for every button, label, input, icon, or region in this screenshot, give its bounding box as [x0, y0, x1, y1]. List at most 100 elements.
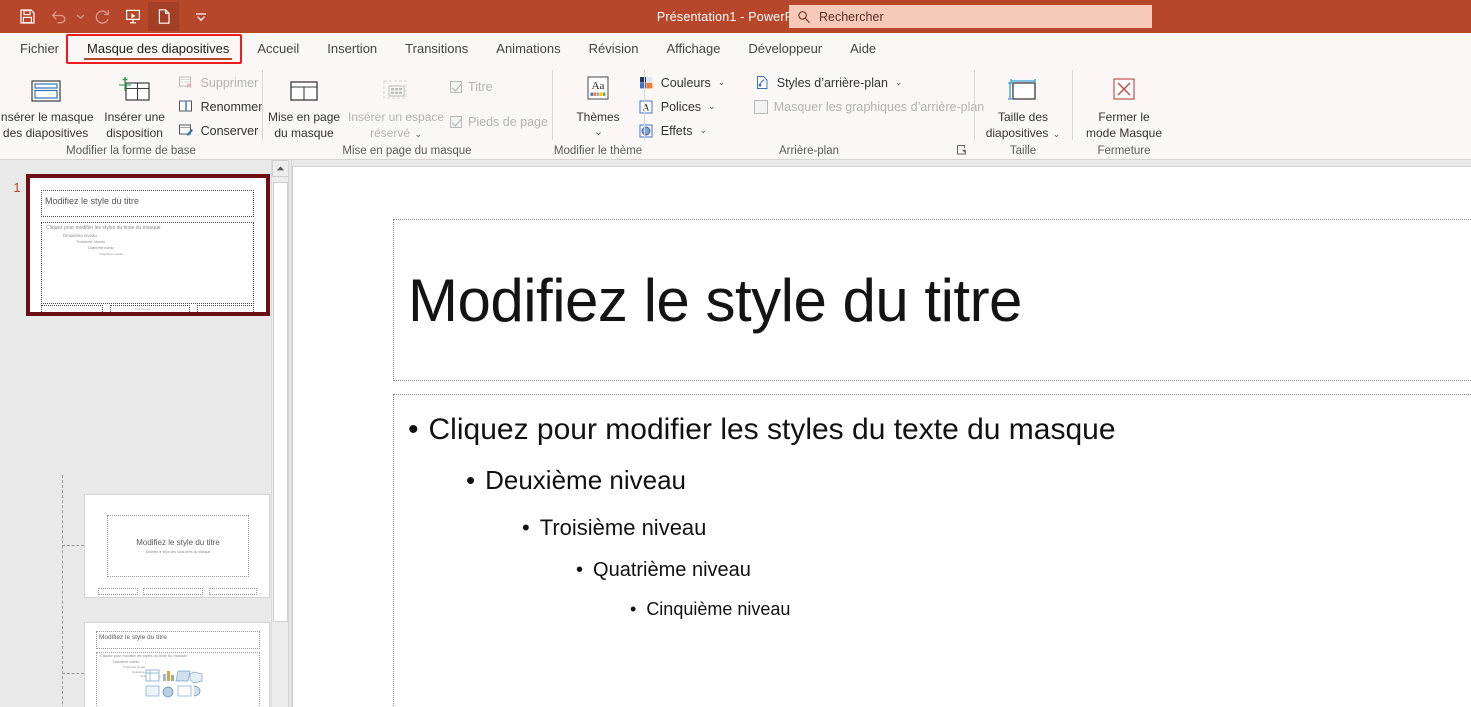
insert-layout-button[interactable]: Insérer une disposition: [96, 66, 174, 141]
tab-insertion[interactable]: Insertion: [313, 33, 391, 64]
close-master-view-button[interactable]: Fermer le mode Masque: [1076, 66, 1172, 141]
body-level-5-text: Cinquième niveau: [646, 599, 791, 619]
insert-placeholder-button[interactable]: Insérer un espace réservé ⌄: [346, 66, 446, 142]
body-level-1-text: Cliquez pour modifier les styles du text…: [428, 413, 1116, 446]
body-placeholder[interactable]: • Cliquez pour modifier les styles du te…: [393, 394, 1471, 707]
delete-layout-button[interactable]: Supprimer: [174, 72, 267, 93]
background-dialog-launcher[interactable]: [956, 144, 968, 156]
thumb-body-line-1: Cliquez pour modifier les styles du text…: [46, 225, 161, 231]
thumb-body-line-4: Quatrième niveau: [88, 246, 115, 250]
slide-editor-pane[interactable]: Modifiez le style du titre • Cliquez pou…: [292, 160, 1471, 707]
rename-button[interactable]: Renommer: [174, 96, 267, 117]
master-layout-icon: [285, 73, 323, 109]
checkbox-icon: [450, 115, 463, 128]
insert-slide-master-icon: [27, 73, 65, 109]
insert-layout-label-2: disposition: [106, 126, 163, 140]
title-placeholder[interactable]: Modifiez le style du titre: [393, 219, 1471, 381]
thumb-title-text: Modifiez le style du titre: [45, 196, 140, 206]
master-layout-button[interactable]: Mise en page du masque: [262, 66, 346, 141]
body-level-2-text: Deuxième niveau: [485, 465, 686, 495]
effects-button[interactable]: Effets ⌄: [634, 120, 742, 141]
slide-size-icon: [1003, 73, 1043, 109]
slide-thumbnail-layout-title[interactable]: Modifiez le style du titre Modifiez le s…: [84, 494, 270, 598]
group-label-modifier-forme-de-base: Modifier la forme de base: [66, 145, 196, 157]
insert-slide-master-button[interactable]: Insérer le masque des diapositives: [0, 66, 96, 141]
body-level-1[interactable]: • Cliquez pour modifier les styles du te…: [394, 405, 1471, 455]
preserve-label: Conserver: [200, 123, 259, 138]
tab-animations[interactable]: Animations: [482, 33, 574, 64]
body-level-5[interactable]: • Cinquième niveau: [394, 590, 1471, 628]
slideshow-icon[interactable]: [117, 2, 148, 31]
thumb2-footer-center: [143, 588, 203, 595]
scroll-up-icon[interactable]: [272, 160, 288, 177]
effects-icon: [638, 122, 655, 139]
customize-qat-icon[interactable]: [185, 2, 216, 31]
tab-accueil[interactable]: Accueil: [243, 33, 313, 64]
slide-thumbnail-master[interactable]: Modifiez le style du titre Cliquez pour …: [26, 174, 270, 316]
bullet-icon: •: [576, 559, 584, 581]
search-input[interactable]: Rechercher: [789, 5, 1152, 28]
thumb-body-line-2: Deuxième niveau: [63, 233, 97, 238]
ribbon-group-mise-en-page-du-masque: Mise en page du masque Insérer un espace…: [262, 64, 552, 160]
thumbnail-item-3[interactable]: Modifiez le style du titre Cliquez pour …: [84, 622, 270, 707]
tab-masque-des-diapositives[interactable]: Masque des diapositives: [73, 33, 243, 64]
checkbox-pieds-de-page[interactable]: Pieds de page: [446, 111, 552, 132]
redo-icon[interactable]: [86, 2, 117, 31]
undo-dropdown-icon[interactable]: [74, 2, 86, 31]
chevron-down-icon: ⌄: [414, 129, 422, 139]
fonts-button[interactable]: A Polices ⌄: [634, 96, 742, 117]
checkbox-titre[interactable]: Titre: [446, 76, 552, 97]
delete-layout-icon: [178, 74, 195, 91]
ribbon-tab-strip: Fichier Masque des diapositives Accueil …: [0, 33, 1471, 64]
background-styles-button[interactable]: Styles d’arrière-plan ⌄: [750, 72, 989, 93]
fonts-label: Polices: [660, 99, 702, 114]
thumbnail-item-1[interactable]: 1 Modifiez le style du titre Cliquez pou…: [8, 174, 270, 316]
tab-developpeur[interactable]: Développeur: [734, 33, 836, 64]
master-connector-branch-1: [62, 545, 84, 546]
tab-aide[interactable]: Aide: [836, 33, 890, 64]
colors-button[interactable]: Couleurs ⌄: [634, 72, 742, 93]
thumb3-body-line-3: Troisième niveau: [123, 665, 146, 669]
bullet-icon: •: [408, 413, 419, 446]
tab-fichier[interactable]: Fichier: [6, 33, 73, 64]
preserve-button[interactable]: Conserver: [174, 120, 267, 141]
scrollbar-thumb[interactable]: [273, 182, 288, 622]
tab-revision[interactable]: Révision: [575, 33, 653, 64]
thumb2-title-text: Modifiez le style du titre: [136, 538, 220, 547]
group-label-taille: Taille: [1009, 145, 1037, 157]
slide-canvas[interactable]: Modifiez le style du titre • Cliquez pou…: [292, 166, 1471, 707]
thumb3-body-line-2: Deuxième niveau: [113, 660, 140, 664]
hide-background-graphics-checkbox[interactable]: Masquer les graphiques d’arrière-plan: [750, 96, 989, 117]
quick-access-toolbar: [0, 0, 216, 33]
slide-thumbnail-layout-content[interactable]: Modifiez le style du titre Cliquez pour …: [84, 622, 270, 707]
hide-background-graphics-label: Masquer les graphiques d’arrière-plan: [773, 99, 985, 114]
new-slide-icon[interactable]: [148, 2, 179, 31]
bullet-icon: •: [630, 599, 637, 619]
body-level-4[interactable]: • Quatrième niveau: [394, 550, 1471, 590]
body-level-2[interactable]: • Deuxième niveau: [394, 455, 1471, 505]
thumbnail-item-2[interactable]: Modifiez le style du titre Modifiez le s…: [84, 494, 270, 598]
chevron-down-icon: ⌄: [708, 101, 716, 111]
body-level-3[interactable]: • Troisième niveau: [394, 505, 1471, 550]
work-area: 1 Modifiez le style du titre Cliquez pou…: [0, 160, 1471, 707]
effects-label: Effets: [660, 123, 693, 138]
thumb-footer-left: [41, 305, 103, 312]
delete-layout-label: Supprimer: [200, 75, 259, 90]
themes-label: Thèmes: [576, 110, 620, 124]
theme-small-buttons: Couleurs ⌄ A Polices ⌄ Effets ⌄: [634, 66, 742, 141]
slide-thumbnail-pane[interactable]: 1 Modifiez le style du titre Cliquez pou…: [0, 160, 288, 707]
tab-transitions[interactable]: Transitions: [391, 33, 482, 64]
save-icon[interactable]: [12, 2, 43, 31]
undo-icon[interactable]: [43, 2, 74, 31]
bullet-icon: •: [522, 515, 530, 540]
tab-affichage[interactable]: Affichage: [652, 33, 734, 64]
rename-icon: [178, 98, 195, 115]
thumbnail-scrollbar[interactable]: [271, 160, 288, 707]
slide-size-button[interactable]: Taille des diapositives ⌄: [979, 66, 1067, 142]
checkbox-titre-label: Titre: [468, 79, 493, 94]
svg-text:A: A: [642, 103, 649, 113]
themes-icon: Aa: [581, 73, 615, 109]
master-layout-label-1: Mise en page: [268, 110, 341, 124]
close-master-view-label-1: Fermer le: [1098, 110, 1150, 124]
background-small-buttons: Styles d’arrière-plan ⌄ Masquer les grap…: [750, 66, 989, 117]
